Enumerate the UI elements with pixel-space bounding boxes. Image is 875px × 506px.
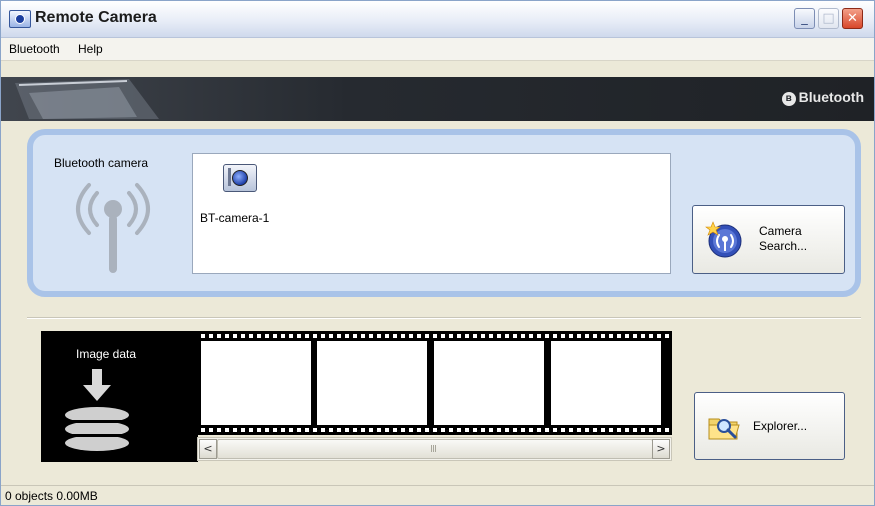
explorer-folder-icon <box>708 418 740 440</box>
explorer-button[interactable]: Explorer... <box>694 392 845 460</box>
bluetooth-brand: ʙ Bluetooth <box>781 89 864 106</box>
section-divider <box>27 317 861 319</box>
status-text: 0 objects 0.00MB <box>5 489 98 503</box>
download-disk-icon <box>65 369 129 451</box>
minimize-button[interactable]: _ <box>794 8 815 29</box>
app-window: Remote Camera _ □ ✕ Bluetooth Help ʙ Blue… <box>0 0 875 506</box>
bluetooth-brand-text: Bluetooth <box>798 89 864 105</box>
window-title: Remote Camera <box>35 9 157 26</box>
device-name[interactable]: BT-camera-1 <box>200 211 269 225</box>
film-frame-1[interactable] <box>201 341 311 425</box>
camera-search-label-line2: Search... <box>759 239 808 253</box>
camera-search-icon <box>705 221 742 258</box>
menu-bar <box>1 38 874 61</box>
film-perforation-bottom <box>199 427 671 433</box>
status-bar <box>1 485 874 505</box>
film-frame-2[interactable] <box>317 341 427 425</box>
menu-help[interactable]: Help <box>78 42 103 56</box>
camera-section-label: Bluetooth camera <box>54 156 149 170</box>
bluetooth-logo-icon: ʙ <box>781 92 796 106</box>
scroll-right-button[interactable]: > <box>652 439 670 459</box>
film-frame-3[interactable] <box>434 341 544 425</box>
film-perforation-top <box>199 333 671 339</box>
explorer-button-label: Explorer... <box>753 419 808 433</box>
app-camera-icon <box>9 10 31 28</box>
laptop-graphic <box>15 79 159 119</box>
close-button[interactable]: ✕ <box>842 8 863 29</box>
antenna-icon <box>76 183 150 273</box>
camera-icon[interactable] <box>223 164 257 192</box>
scroll-left-button[interactable]: < <box>199 439 217 459</box>
camera-search-label-line1: Camera <box>759 224 802 238</box>
camera-search-button[interactable]: Camera Search... <box>692 205 845 274</box>
scrollbar-grip-icon <box>431 445 437 452</box>
menu-bluetooth[interactable]: Bluetooth <box>9 42 60 56</box>
image-data-label: Image data <box>76 347 137 361</box>
maximize-button[interactable]: □ <box>818 8 839 29</box>
film-frame-4[interactable] <box>551 341 661 425</box>
